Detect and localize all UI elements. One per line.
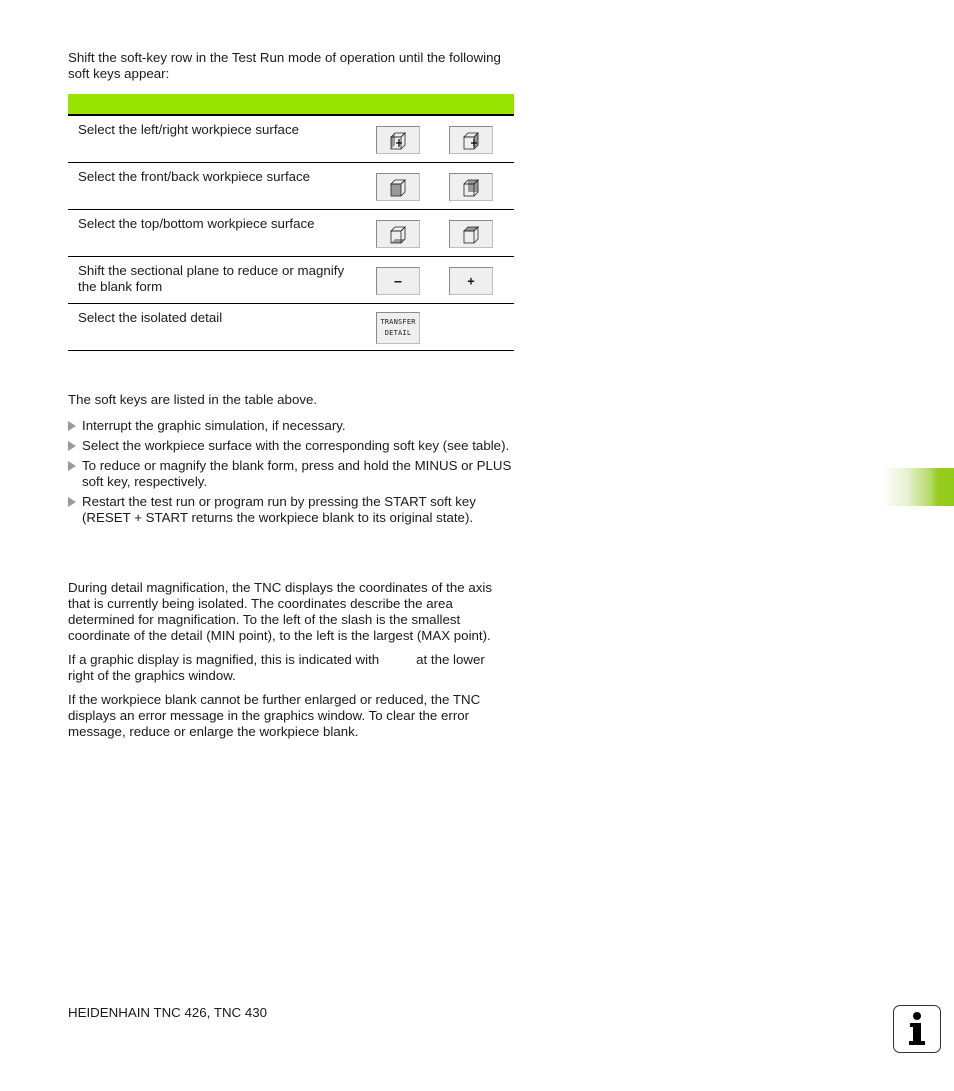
table-row: Select the isolated detail TRANSFER DETA… bbox=[68, 304, 514, 351]
softkey-front-surface[interactable] bbox=[376, 173, 420, 201]
row-description: Shift the sectional plane to reduce or m… bbox=[78, 263, 345, 294]
after-table-text: The soft keys are listed in the table ab… bbox=[68, 392, 318, 407]
step-text: Restart the test run or program run by p… bbox=[82, 494, 476, 525]
step-list: Interrupt the graphic simulation, if nec… bbox=[68, 418, 518, 526]
softkey-left-surface[interactable] bbox=[376, 126, 420, 154]
table-row: Select the front/back workpiece surface bbox=[68, 163, 514, 210]
row-description: Select the top/bottom workpiece surface bbox=[78, 216, 315, 231]
row-description: Select the left/right workpiece surface bbox=[78, 122, 299, 137]
table-header bbox=[68, 94, 514, 116]
step-text: Select the workpiece surface with the co… bbox=[82, 438, 510, 453]
cube-bottom-face-icon bbox=[390, 226, 406, 244]
info-glyph bbox=[909, 1012, 925, 1045]
row-description: Select the front/back workpiece surface bbox=[78, 169, 311, 184]
triangle-bullet-icon bbox=[68, 497, 76, 507]
table-row: Select the left/right workpiece surface bbox=[68, 116, 514, 163]
cube-right-face-icon bbox=[463, 132, 479, 150]
softkey-table: Select the left/right workpiece surface … bbox=[68, 94, 514, 351]
table-row: Shift the sectional plane to reduce or m… bbox=[68, 257, 514, 304]
list-item: Interrupt the graphic simulation, if nec… bbox=[68, 418, 518, 434]
notes: During detail magnification, the TNC dis… bbox=[68, 580, 510, 748]
info-icon bbox=[893, 1005, 941, 1053]
list-item: To reduce or magnify the blank form, pre… bbox=[68, 458, 518, 490]
cube-back-face-icon bbox=[463, 179, 479, 197]
cube-top-face-icon bbox=[463, 226, 479, 244]
note-paragraph: If a graphic display is magnified, this … bbox=[68, 652, 485, 683]
softkey-top-surface[interactable] bbox=[449, 220, 493, 248]
note-paragraph: If the workpiece blank cannot be further… bbox=[68, 692, 481, 739]
minus-softkey[interactable]: – bbox=[376, 267, 420, 295]
table-row: Select the top/bottom workpiece surface bbox=[68, 210, 514, 257]
instructions: The soft keys are listed in the table ab… bbox=[68, 392, 518, 530]
intro-text: Shift the soft-key row in the Test Run m… bbox=[68, 50, 501, 81]
triangle-bullet-icon bbox=[68, 441, 76, 451]
softkey-back-surface[interactable] bbox=[449, 173, 493, 201]
page-footer: HEIDENHAIN TNC 426, TNC 430 bbox=[68, 1005, 268, 1020]
note-paragraph: During detail magnification, the TNC dis… bbox=[68, 580, 493, 643]
row-description: Select the isolated detail bbox=[78, 310, 223, 325]
list-item: Select the workpiece surface with the co… bbox=[68, 438, 518, 454]
cube-front-face-icon bbox=[390, 179, 406, 197]
softkey-label-line1: TRANSFER bbox=[380, 318, 416, 326]
chapter-tab-marker bbox=[882, 468, 954, 506]
triangle-bullet-icon bbox=[68, 461, 76, 471]
step-text: Interrupt the graphic simulation, if nec… bbox=[82, 418, 346, 433]
list-item: Restart the test run or program run by p… bbox=[68, 494, 518, 526]
cube-left-face-icon bbox=[390, 132, 406, 150]
softkey-right-surface[interactable] bbox=[449, 126, 493, 154]
plus-softkey[interactable]: + bbox=[449, 267, 493, 295]
transfer-detail-softkey[interactable]: TRANSFER DETAIL bbox=[376, 312, 420, 344]
step-text: To reduce or magnify the blank form, pre… bbox=[82, 458, 512, 489]
triangle-bullet-icon bbox=[68, 421, 76, 431]
softkey-bottom-surface[interactable] bbox=[376, 220, 420, 248]
softkey-label-line2: DETAIL bbox=[384, 329, 412, 337]
